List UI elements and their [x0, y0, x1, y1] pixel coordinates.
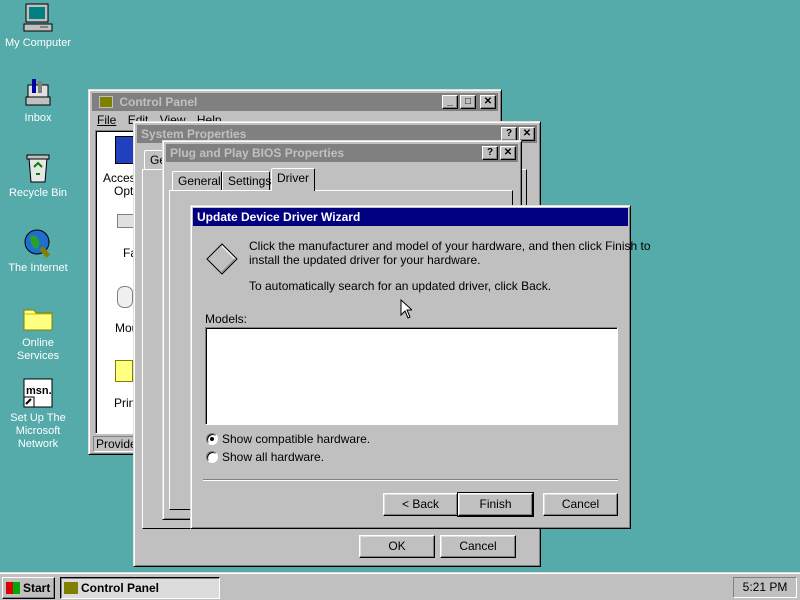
- window-title: Control Panel: [119, 95, 198, 109]
- desktop-icon-recycle-bin[interactable]: Recycle Bin: [0, 152, 76, 200]
- desktop-icon-label: My Computer: [4, 37, 72, 49]
- minimize-button[interactable]: _: [442, 95, 458, 109]
- update-driver-wizard-window[interactable]: Update Device Driver Wizard Click the ma…: [190, 205, 651, 529]
- desktop-icon-the-internet[interactable]: The Internet: [0, 227, 76, 275]
- recycle-bin-icon: [22, 152, 54, 184]
- tab-label: General: [178, 174, 221, 188]
- radio-compatible-label[interactable]: Show compatible hardware.: [222, 432, 370, 446]
- back-button[interactable]: < Back: [383, 493, 458, 516]
- desktop-icon-msn[interactable]: msn. Set Up The Microsoft Network: [0, 377, 76, 451]
- desktop-icon-label: Recycle Bin: [8, 187, 68, 199]
- close-button[interactable]: ✕: [500, 146, 516, 160]
- window-title: System Properties: [141, 127, 247, 141]
- help-button[interactable]: ?: [482, 146, 498, 160]
- desktop-icon-online-services[interactable]: Online Services: [0, 302, 76, 363]
- button-label: < Back: [401, 497, 440, 511]
- tab-general[interactable]: General: [172, 171, 222, 191]
- folder-icon: [22, 302, 54, 334]
- mouse-cursor-icon: [400, 298, 414, 322]
- hardware-diamond-icon: [205, 242, 239, 279]
- tab-settings[interactable]: Settings: [222, 171, 272, 191]
- control-panel-icon: [99, 96, 113, 108]
- button-label: OK: [388, 539, 406, 553]
- separator: [203, 479, 618, 481]
- clock[interactable]: 5:21 PM: [743, 580, 788, 594]
- system-tray: 5:21 PM: [733, 577, 797, 598]
- windows-logo-icon: [6, 582, 20, 594]
- taskbar: Start Control Panel 5:21 PM: [0, 572, 800, 600]
- auto-search-text: To automatically search for an updated d…: [249, 279, 552, 293]
- instruction-text-line2: install the updated driver for your hard…: [249, 253, 481, 267]
- tab-label: Driver: [277, 171, 309, 185]
- control-panel-titlebar[interactable]: Control Panel _ □ ✕: [92, 93, 498, 111]
- radio-compatible-hardware[interactable]: [206, 433, 218, 445]
- msn-icon: msn.: [22, 377, 54, 409]
- button-label: Cancel: [561, 497, 600, 511]
- mouse-icon[interactable]: [117, 286, 133, 308]
- cancel-button[interactable]: Cancel: [543, 493, 618, 516]
- tab-driver[interactable]: Driver: [271, 168, 315, 191]
- close-button[interactable]: ✕: [519, 127, 535, 141]
- instruction-text-line1: Click the manufacturer and model of your…: [249, 239, 651, 253]
- tab-label: Settings: [228, 174, 272, 188]
- desktop-icon-label: Set Up The Microsoft Network: [10, 412, 66, 450]
- desktop-icon-label: Online Services: [16, 337, 60, 362]
- pnp-bios-titlebar[interactable]: Plug and Play BIOS Properties ? ✕: [166, 144, 518, 162]
- control-panel-icon: [64, 582, 78, 594]
- desktop-icon-my-computer[interactable]: My Computer: [0, 2, 76, 50]
- start-label: Start: [23, 581, 51, 595]
- button-label: Finish: [479, 497, 512, 511]
- radio-all-label[interactable]: Show all hardware.: [222, 450, 324, 464]
- finish-button[interactable]: Finish: [457, 492, 534, 517]
- help-button[interactable]: ?: [501, 127, 517, 141]
- desktop-icon-label: The Internet: [8, 262, 68, 274]
- start-button[interactable]: Start: [2, 577, 55, 599]
- button-label: Cancel: [459, 539, 497, 553]
- internet-icon: [22, 227, 54, 259]
- cancel-button[interactable]: Cancel: [440, 535, 516, 558]
- window-title: Update Device Driver Wizard: [197, 210, 361, 224]
- models-list[interactable]: [205, 327, 618, 425]
- window-title: Plug and Play BIOS Properties: [170, 146, 345, 160]
- radio-all-hardware[interactable]: [206, 451, 218, 463]
- close-button[interactable]: ✕: [480, 95, 496, 109]
- wizard-titlebar[interactable]: Update Device Driver Wizard: [193, 208, 628, 226]
- maximize-button[interactable]: □: [460, 95, 476, 109]
- svg-text:msn.: msn.: [26, 385, 52, 397]
- models-label: Models:: [205, 312, 248, 326]
- printers-icon[interactable]: [115, 360, 133, 382]
- desktop-icon-inbox[interactable]: Inbox: [0, 77, 76, 125]
- status-text: Provide: [96, 437, 137, 451]
- my-computer-icon: [22, 2, 54, 34]
- desktop-icon-label: Inbox: [24, 112, 52, 124]
- taskbar-control-panel[interactable]: Control Panel: [60, 577, 220, 599]
- menu-file[interactable]: File: [97, 113, 116, 127]
- task-label: Control Panel: [81, 581, 160, 595]
- inbox-icon: [22, 77, 54, 109]
- ok-button[interactable]: OK: [359, 535, 435, 558]
